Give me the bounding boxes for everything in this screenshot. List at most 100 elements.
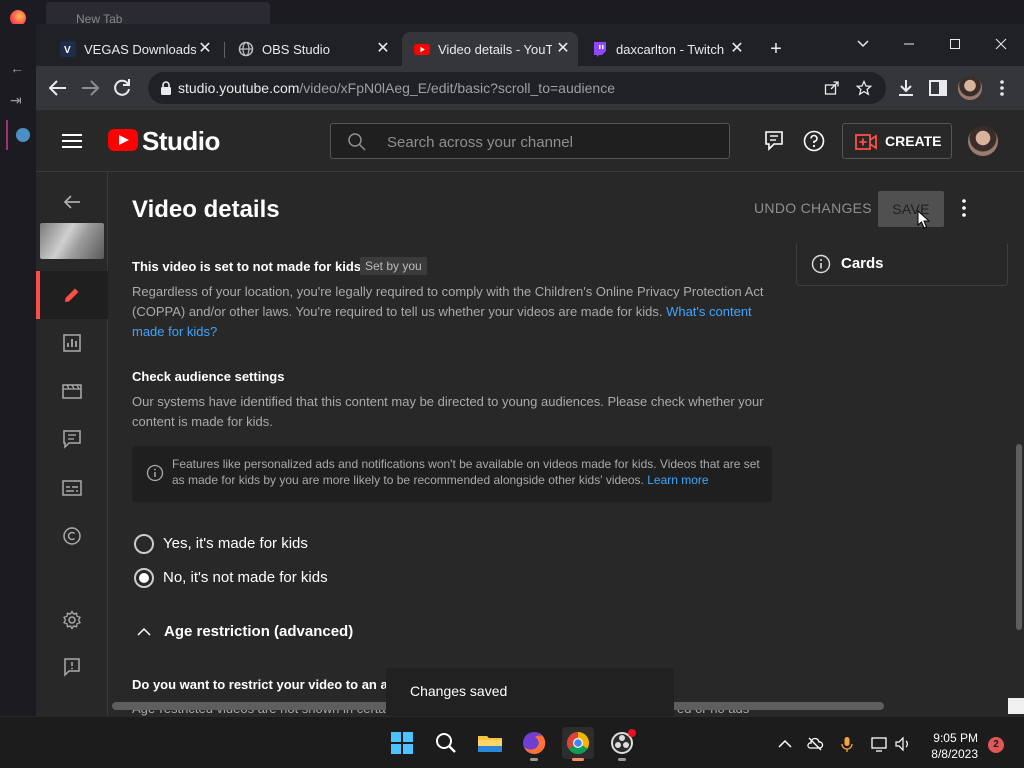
- svg-text:V: V: [64, 45, 71, 56]
- obs-taskbar-icon[interactable]: [606, 727, 638, 761]
- vertical-scrollbar[interactable]: [1016, 444, 1022, 630]
- undo-changes-button[interactable]: UNDO CHANGES: [754, 200, 872, 216]
- firefox-panel-edge: [6, 120, 36, 150]
- channel-search[interactable]: [330, 123, 730, 159]
- search-input[interactable]: [387, 132, 707, 152]
- chrome-menu-icon[interactable]: [992, 78, 1012, 98]
- tab-obs-studio[interactable]: OBS Studio ✕: [226, 32, 398, 66]
- info-icon: [811, 254, 831, 274]
- age-restriction-toggle[interactable]: Age restriction (advanced): [132, 620, 392, 644]
- system-clock[interactable]: 9:05 PM 8/8/2023: [918, 730, 978, 762]
- nav-analytics-icon[interactable]: [36, 319, 108, 367]
- address-bar[interactable]: studio.youtube.com/video/xFpN0lAeg_E/edi…: [148, 72, 886, 104]
- studio-header: Studio CREATE: [36, 110, 1024, 172]
- info-box-text: Features like personalized ads and notif…: [172, 456, 764, 488]
- nav-feedback-icon[interactable]: [36, 643, 108, 691]
- set-by-you-chip: Set by you: [360, 257, 427, 275]
- reload-icon[interactable]: [110, 76, 134, 100]
- bookmark-star-icon[interactable]: [856, 80, 872, 96]
- minimize-icon[interactable]: [886, 30, 932, 58]
- chrome-taskbar-icon[interactable]: [562, 727, 594, 761]
- create-button[interactable]: CREATE: [842, 123, 952, 159]
- onedrive-offline-icon[interactable]: [806, 735, 824, 753]
- back-arrow-icon: ←: [10, 60, 24, 76]
- firefox-tab-new-tab[interactable]: New Tab: [46, 2, 270, 26]
- coppa-paragraph: Regardless of your location, you're lega…: [132, 282, 772, 342]
- microphone-icon[interactable]: [838, 735, 856, 753]
- share-icon[interactable]: [824, 80, 840, 96]
- radio-button-yes[interactable]: [134, 534, 154, 554]
- radio-button-no[interactable]: [134, 568, 154, 588]
- left-nav: [36, 172, 108, 716]
- clock-time: 9:05 PM: [933, 731, 978, 745]
- hamburger-menu-icon[interactable]: [60, 131, 84, 151]
- kids-status-heading: This video is set to not made for kids: [132, 259, 361, 274]
- learn-more-link[interactable]: Learn more: [647, 473, 708, 487]
- close-window-icon[interactable]: [978, 30, 1024, 58]
- radio-no-label: No, it's not made for kids: [163, 569, 328, 586]
- windows-start-icon[interactable]: [386, 727, 418, 759]
- download-icon[interactable]: [896, 78, 916, 98]
- made-for-kids-info-box: Features like personalized ads and notif…: [132, 446, 772, 502]
- youtube-studio-page: Studio CREATE: [36, 110, 1024, 716]
- tab-close-icon[interactable]: ✕: [728, 40, 746, 58]
- youtube-logo-icon[interactable]: [108, 129, 138, 151]
- mouse-cursor-icon: [917, 210, 931, 230]
- check-audience-text: Our systems have identified that this co…: [132, 394, 764, 429]
- file-explorer-icon[interactable]: [474, 727, 506, 759]
- notification-badge[interactable]: 2: [988, 737, 1004, 753]
- radio-yes-label: Yes, it's made for kids: [163, 535, 308, 552]
- more-options-icon[interactable]: [952, 194, 976, 222]
- channel-avatar[interactable]: [968, 126, 998, 156]
- tab-separator: [224, 42, 225, 58]
- side-panel-icon[interactable]: [928, 78, 948, 98]
- tab-twitch[interactable]: daxcarlton - Twitch ✕: [580, 32, 752, 66]
- studio-brand[interactable]: Studio: [142, 126, 220, 157]
- nav-editor-icon[interactable]: [36, 367, 108, 415]
- tab-close-icon[interactable]: ✕: [374, 40, 392, 58]
- tab-label: daxcarlton - Twitch: [616, 42, 725, 57]
- sign-in-icon: ⇥: [10, 92, 22, 108]
- messages-icon[interactable]: [762, 129, 786, 153]
- clock-date: 8/8/2023: [931, 747, 978, 761]
- forward-icon[interactable]: [78, 76, 102, 100]
- back-icon[interactable]: [46, 76, 70, 100]
- taskbar-search-icon[interactable]: [430, 727, 462, 759]
- nav-back-icon[interactable]: [36, 178, 108, 226]
- url-host: studio.youtube.com: [178, 80, 300, 96]
- nav-copyright-icon[interactable]: [36, 512, 108, 560]
- radio-made-for-kids[interactable]: Yes, it's made for kids: [132, 532, 432, 556]
- tab-label: Video details - YouTu: [438, 42, 552, 57]
- maximize-icon[interactable]: [932, 30, 978, 58]
- tab-search-chevron-icon[interactable]: [840, 30, 886, 58]
- new-tab-plus-icon[interactable]: +: [764, 38, 788, 62]
- nav-details-pencil-icon[interactable]: [36, 271, 108, 319]
- vegas-favicon-icon: V: [60, 41, 76, 57]
- volume-icon[interactable]: [894, 735, 912, 753]
- cards-label: Cards: [841, 255, 884, 272]
- chrome-window: V VEGAS Downloads | D ✕ OBS Studio ✕ Vid…: [36, 24, 1024, 716]
- help-icon[interactable]: [802, 129, 826, 153]
- windows-taskbar: 9:05 PM 8/8/2023 2: [0, 716, 1024, 768]
- toast-text: Changes saved: [410, 683, 508, 699]
- tab-close-icon[interactable]: ✕: [554, 40, 572, 58]
- profile-avatar[interactable]: [958, 76, 982, 100]
- tab-label: OBS Studio: [262, 42, 330, 57]
- background-firefox-titlebar: New Tab: [0, 0, 1024, 26]
- nav-settings-gear-icon[interactable]: [36, 596, 108, 644]
- radio-not-made-for-kids[interactable]: No, it's not made for kids: [132, 566, 432, 590]
- nav-subtitles-icon[interactable]: [36, 464, 108, 512]
- lock-icon[interactable]: [158, 80, 174, 96]
- show-hidden-icons-chevron-icon[interactable]: [776, 735, 794, 753]
- network-icon[interactable]: [870, 735, 888, 753]
- tab-video-details[interactable]: Video details - YouTu ✕: [402, 32, 578, 66]
- video-thumbnail[interactable]: [40, 223, 104, 259]
- tab-vegas-downloads[interactable]: V VEGAS Downloads | D ✕: [48, 32, 220, 66]
- save-button[interactable]: SAVE: [878, 191, 944, 227]
- create-label: CREATE: [885, 133, 942, 149]
- create-video-icon: [855, 133, 877, 151]
- firefox-taskbar-icon[interactable]: [518, 727, 550, 761]
- cards-panel[interactable]: Cards: [796, 244, 1008, 286]
- nav-comments-icon[interactable]: [36, 415, 108, 463]
- tab-close-icon[interactable]: ✕: [196, 40, 214, 58]
